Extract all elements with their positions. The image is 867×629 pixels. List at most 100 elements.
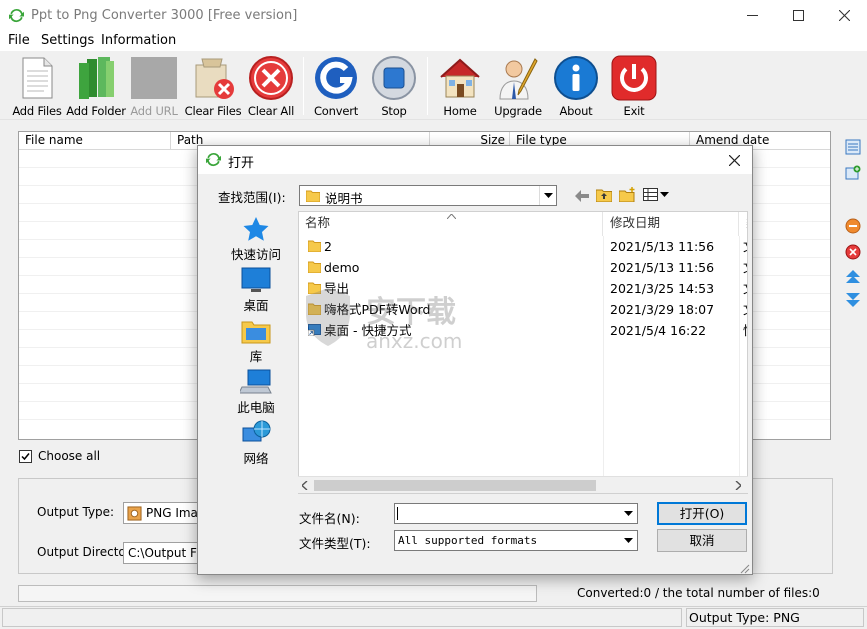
output-type-label: Output Type: (37, 505, 115, 519)
exit-icon (611, 55, 657, 101)
place-quick-access[interactable]: 快速访问 (216, 216, 296, 263)
dialog-title: 打开 (228, 156, 255, 171)
delete-icon[interactable] (845, 244, 861, 260)
window-title: Ppt to Png Converter 3000 [Free version] (31, 8, 298, 23)
up-folder-icon[interactable] (596, 187, 612, 202)
add-folder-button[interactable]: Add Folder (66, 55, 126, 119)
stop-button[interactable]: Stop (371, 55, 417, 119)
remove-icon[interactable] (845, 218, 861, 234)
file-type: 文 (743, 299, 747, 320)
look-in-combo[interactable]: 说明书 (299, 185, 557, 206)
clear-all-icon (249, 56, 293, 100)
file-date: 2021/5/13 11:56 (610, 239, 715, 254)
file-name: 桌面 - 快捷方式 (324, 323, 412, 338)
look-in-value: 说明书 (325, 191, 363, 206)
library-icon (241, 321, 271, 344)
menu-settings[interactable]: Settings (41, 33, 94, 48)
filename-input[interactable] (394, 503, 638, 524)
folder-icon (308, 282, 321, 294)
back-arrow-icon[interactable] (575, 190, 589, 202)
close-window-button[interactable] (821, 0, 867, 31)
list-view-icon[interactable] (845, 139, 861, 155)
output-type-value: PNG Image (146, 506, 202, 520)
chevron-right-icon[interactable] (735, 481, 741, 490)
file-type: 快 (743, 320, 747, 341)
list-item[interactable]: 嗨格式PDF转Word 2021/3/29 18:07 文 (299, 299, 747, 320)
file-type: 文 (743, 257, 747, 278)
convert-icon (315, 57, 357, 99)
file-date: 2021/3/25 14:53 (610, 281, 715, 296)
stop-icon (372, 56, 416, 100)
dialog-title-bar (198, 146, 752, 174)
column-header-type[interactable]: 类 (740, 212, 747, 236)
dialog-close-button[interactable] (724, 150, 744, 170)
about-button[interactable]: About (553, 55, 599, 119)
file-name: 嗨格式PDF转Word (324, 302, 431, 317)
clear-files-button[interactable]: Clear Files (185, 55, 242, 119)
place-this-pc[interactable]: 此电脑 (216, 369, 296, 416)
open-button[interactable]: 打开(O) (657, 502, 747, 525)
output-type-select[interactable]: PNG Image (123, 502, 203, 524)
place-label: 快速访问 (230, 247, 281, 262)
place-desktop[interactable]: 桌面 (216, 267, 296, 314)
choose-all-checkbox[interactable] (19, 450, 32, 463)
convert-button[interactable]: Convert (313, 55, 359, 119)
shortcut-icon (308, 324, 321, 336)
chevron-left-icon[interactable] (302, 481, 308, 490)
upgrade-button[interactable]: Upgrade (494, 55, 542, 119)
place-libraries[interactable]: 库 (216, 318, 296, 365)
view-menu-icon[interactable] (643, 188, 670, 201)
place-label: 库 (249, 349, 263, 364)
list-item[interactable]: 2 2021/5/13 11:56 文 (299, 236, 747, 257)
menu-file[interactable]: File (8, 33, 30, 48)
clear-all-button[interactable]: Clear All (248, 55, 294, 119)
output-directory-field[interactable]: C:\Output Files (123, 542, 203, 564)
star-icon (243, 217, 269, 241)
close-icon (728, 154, 740, 166)
list-item[interactable]: 导出 2021/3/25 14:53 文 (299, 278, 747, 299)
place-network[interactable]: 网络 (216, 420, 296, 467)
app-icon (9, 8, 24, 23)
horizontal-scrollbar[interactable] (298, 476, 748, 493)
add-url-button[interactable]: Add URL (130, 55, 178, 119)
add-files-button[interactable]: Add Files (12, 55, 62, 119)
folder-icon (308, 240, 321, 252)
move-down-icon[interactable] (845, 292, 861, 308)
scrollbar-thumb[interactable] (314, 480, 596, 491)
filetype-value: All supported formats (398, 534, 538, 547)
list-item[interactable]: 桌面 - 快捷方式 2021/5/4 16:22 快 (299, 320, 747, 341)
add-item-icon[interactable] (845, 165, 861, 181)
cancel-button[interactable]: 取消 (657, 529, 747, 552)
maximize-button[interactable] (775, 0, 821, 31)
filename-label: 文件名(N): (299, 511, 360, 526)
upgrade-icon (499, 58, 538, 100)
converted-count: Converted:0 / the total number of files:… (577, 586, 820, 600)
new-folder-icon[interactable] (619, 187, 636, 202)
maximize-icon (792, 10, 804, 21)
toolbar-separator (303, 57, 304, 115)
home-button[interactable]: Home (437, 55, 483, 119)
chevron-down-icon (539, 186, 556, 205)
network-icon (242, 420, 271, 442)
filetype-select[interactable]: All supported formats (394, 530, 638, 551)
column-header-file-name[interactable]: File name (19, 132, 171, 150)
list-item[interactable]: demo 2021/5/13 11:56 文 (299, 257, 747, 278)
add-files-label: Add Files (12, 104, 62, 118)
file-name: demo (324, 260, 360, 275)
file-pane[interactable]: 名称 修改日期 类 2 2021/5/13 11:56 文 demo 2021/… (298, 211, 748, 494)
folder-icon (308, 303, 321, 315)
move-up-icon[interactable] (845, 269, 861, 285)
choose-all-label[interactable]: Choose all (38, 449, 100, 463)
minimize-icon (746, 15, 758, 16)
column-header-date[interactable]: 修改日期 (604, 212, 739, 236)
menu-information[interactable]: Information (101, 33, 176, 48)
exit-button[interactable]: Exit (611, 55, 657, 119)
minimize-button[interactable] (729, 0, 775, 31)
upgrade-label: Upgrade (494, 104, 542, 118)
file-type: 文 (743, 278, 747, 299)
places-bar: 快速访问 桌面 库 此电脑 网络 (216, 206, 296, 486)
look-in-label: 查找范围(I): (218, 190, 286, 205)
resize-grip-icon[interactable] (740, 564, 750, 574)
home-label: Home (443, 104, 477, 118)
text-caret (397, 507, 398, 520)
